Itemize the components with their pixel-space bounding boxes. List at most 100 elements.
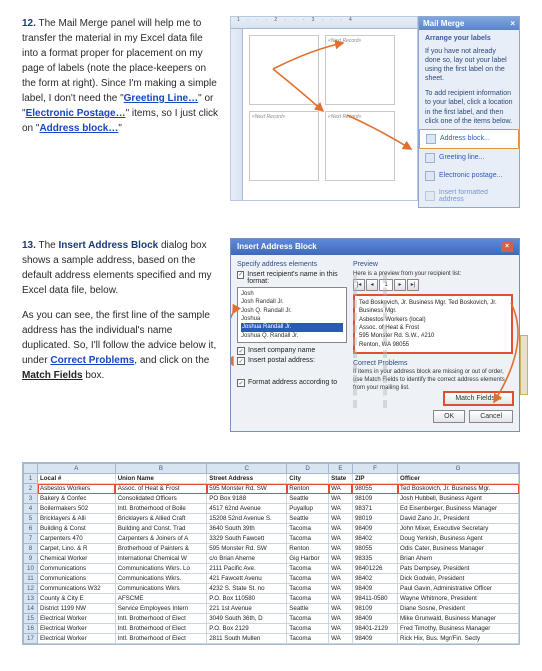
- data-cell[interactable]: Assoc. of Heat & Frost: [115, 484, 207, 494]
- data-cell[interactable]: 595 Monster Rd. SW: [207, 544, 287, 554]
- data-cell[interactable]: 98401-2129: [352, 624, 397, 634]
- match-fields-link[interactable]: Match Fields: [22, 370, 83, 381]
- data-cell[interactable]: 2111 Pacific Ave.: [207, 564, 287, 574]
- header-cell[interactable]: ZIP: [352, 474, 397, 484]
- data-cell[interactable]: John Mixer, Executive Secretary: [398, 524, 519, 534]
- header-cell[interactable]: State: [329, 474, 353, 484]
- address-block-option[interactable]: Address block...: [419, 129, 519, 149]
- greeting-line-link[interactable]: Greeting Line…: [124, 93, 198, 104]
- data-cell[interactable]: 98019: [352, 514, 397, 524]
- data-cell[interactable]: Building and Const. Trad: [115, 524, 207, 534]
- data-cell[interactable]: Seattle: [287, 494, 329, 504]
- data-cell[interactable]: Fred Timothy, Business Manager: [398, 624, 519, 634]
- data-cell[interactable]: WA: [329, 614, 353, 624]
- data-cell[interactable]: Carpenters 470: [38, 534, 116, 544]
- data-cell[interactable]: WA: [329, 524, 353, 534]
- next-record-button[interactable]: ▸: [394, 279, 406, 291]
- data-cell[interactable]: Renton: [287, 484, 329, 494]
- data-cell[interactable]: Communications: [38, 574, 116, 584]
- col-header-F[interactable]: F: [352, 464, 397, 474]
- name-format-list[interactable]: Josh Josh Randall Jr. Josh Q. Randall Jr…: [237, 287, 347, 343]
- data-cell[interactable]: Renton: [287, 544, 329, 554]
- row-header[interactable]: 1: [24, 474, 38, 484]
- data-cell[interactable]: Tacoma: [287, 614, 329, 624]
- data-cell[interactable]: WA: [329, 554, 353, 564]
- row-header[interactable]: 6: [24, 524, 38, 534]
- cancel-button[interactable]: Cancel: [469, 410, 513, 423]
- data-cell[interactable]: WA: [329, 584, 353, 594]
- data-cell[interactable]: 98109: [352, 604, 397, 614]
- data-cell[interactable]: Mike Grunwald, Business Manager: [398, 614, 519, 624]
- data-cell[interactable]: Wayne Whitmore, President: [398, 594, 519, 604]
- data-cell[interactable]: WA: [329, 544, 353, 554]
- data-cell[interactable]: Intl. Brotherhood of Elect: [115, 614, 207, 624]
- data-cell[interactable]: 98409: [352, 524, 397, 534]
- data-cell[interactable]: Building & Const: [38, 524, 116, 534]
- data-cell[interactable]: 595 Monster Rd. SW: [207, 484, 287, 494]
- data-cell[interactable]: WA: [329, 604, 353, 614]
- data-cell[interactable]: 98402: [352, 574, 397, 584]
- row-header[interactable]: 8: [24, 544, 38, 554]
- company-name-checkbox[interactable]: ✓: [237, 347, 245, 355]
- data-cell[interactable]: David Zano Jr., President: [398, 514, 519, 524]
- data-cell[interactable]: Gig Harbor: [287, 554, 329, 564]
- sheet-table[interactable]: ABCDEFG1Local #Union NameStreet AddressC…: [23, 463, 519, 644]
- data-cell[interactable]: Boilermakers 502: [38, 504, 116, 514]
- header-cell[interactable]: Union Name: [115, 474, 207, 484]
- data-cell[interactable]: Communications W32: [38, 584, 116, 594]
- data-cell[interactable]: Doug Yerkish, Business Agent: [398, 534, 519, 544]
- data-cell[interactable]: WA: [329, 634, 353, 644]
- recipient-name-checkbox[interactable]: ✓: [237, 271, 244, 279]
- data-cell[interactable]: 98402: [352, 534, 397, 544]
- col-header-C[interactable]: C: [207, 464, 287, 474]
- data-cell[interactable]: Bricklayers & Alli: [38, 514, 116, 524]
- row-header[interactable]: 13: [24, 594, 38, 604]
- data-cell[interactable]: WA: [329, 504, 353, 514]
- row-header[interactable]: 14: [24, 604, 38, 614]
- header-cell[interactable]: City: [287, 474, 329, 484]
- data-cell[interactable]: Intl. Brotherhood of Elect: [115, 624, 207, 634]
- data-cell[interactable]: Bricklayers & Allied Craft: [115, 514, 207, 524]
- corner-cell[interactable]: [24, 464, 38, 474]
- data-cell[interactable]: 98335: [352, 554, 397, 564]
- data-cell[interactable]: AFSCME: [115, 594, 207, 604]
- data-cell[interactable]: Electrical Worker: [38, 614, 116, 624]
- data-cell[interactable]: 98409: [352, 614, 397, 624]
- dialog-titlebar[interactable]: Insert Address Block ×: [231, 239, 519, 255]
- data-cell[interactable]: Electrical Worker: [38, 624, 116, 634]
- row-header[interactable]: 17: [24, 634, 38, 644]
- data-cell[interactable]: Tacoma: [287, 534, 329, 544]
- row-header[interactable]: 3: [24, 494, 38, 504]
- data-cell[interactable]: WA: [329, 624, 353, 634]
- electronic-postage-link[interactable]: Electronic Postage…: [26, 108, 126, 119]
- col-header-E[interactable]: E: [329, 464, 353, 474]
- data-cell[interactable]: Tacoma: [287, 574, 329, 584]
- data-cell[interactable]: 15208 52nd Avenue S.: [207, 514, 287, 524]
- row-header[interactable]: 4: [24, 504, 38, 514]
- data-cell[interactable]: Seattle: [287, 604, 329, 614]
- data-cell[interactable]: Tacoma: [287, 524, 329, 534]
- data-cell[interactable]: Pats Dempsey, President: [398, 564, 519, 574]
- data-cell[interactable]: Electrical Worker: [38, 634, 116, 644]
- col-header-A[interactable]: A: [38, 464, 116, 474]
- data-cell[interactable]: Josh Hubbell, Business Agent: [398, 494, 519, 504]
- data-cell[interactable]: 98055: [352, 544, 397, 554]
- data-cell[interactable]: 221 1st Avenue: [207, 604, 287, 614]
- data-cell[interactable]: 98401226: [352, 564, 397, 574]
- data-cell[interactable]: Seattle: [287, 514, 329, 524]
- data-cell[interactable]: 4517 62nd Avenue: [207, 504, 287, 514]
- data-cell[interactable]: Asbestos Workers: [38, 484, 116, 494]
- data-cell[interactable]: Tacoma: [287, 624, 329, 634]
- row-header[interactable]: 16: [24, 624, 38, 634]
- last-record-button[interactable]: ▸|: [407, 279, 419, 291]
- electronic-postage-option[interactable]: Electronic postage...: [419, 167, 519, 185]
- data-cell[interactable]: International Chemical W: [115, 554, 207, 564]
- row-header[interactable]: 5: [24, 514, 38, 524]
- data-cell[interactable]: 3049 South 36th, D: [207, 614, 287, 624]
- row-header[interactable]: 10: [24, 564, 38, 574]
- data-cell[interactable]: P.O. Box 110580: [207, 594, 287, 604]
- insert-formatted-address-option[interactable]: Insert formatted address: [419, 185, 519, 207]
- data-cell[interactable]: Rick Hix, Bus. Mgr/Fin. Secty: [398, 634, 519, 644]
- postal-address-checkbox[interactable]: ✓: [237, 357, 245, 365]
- row-header[interactable]: 2: [24, 484, 38, 494]
